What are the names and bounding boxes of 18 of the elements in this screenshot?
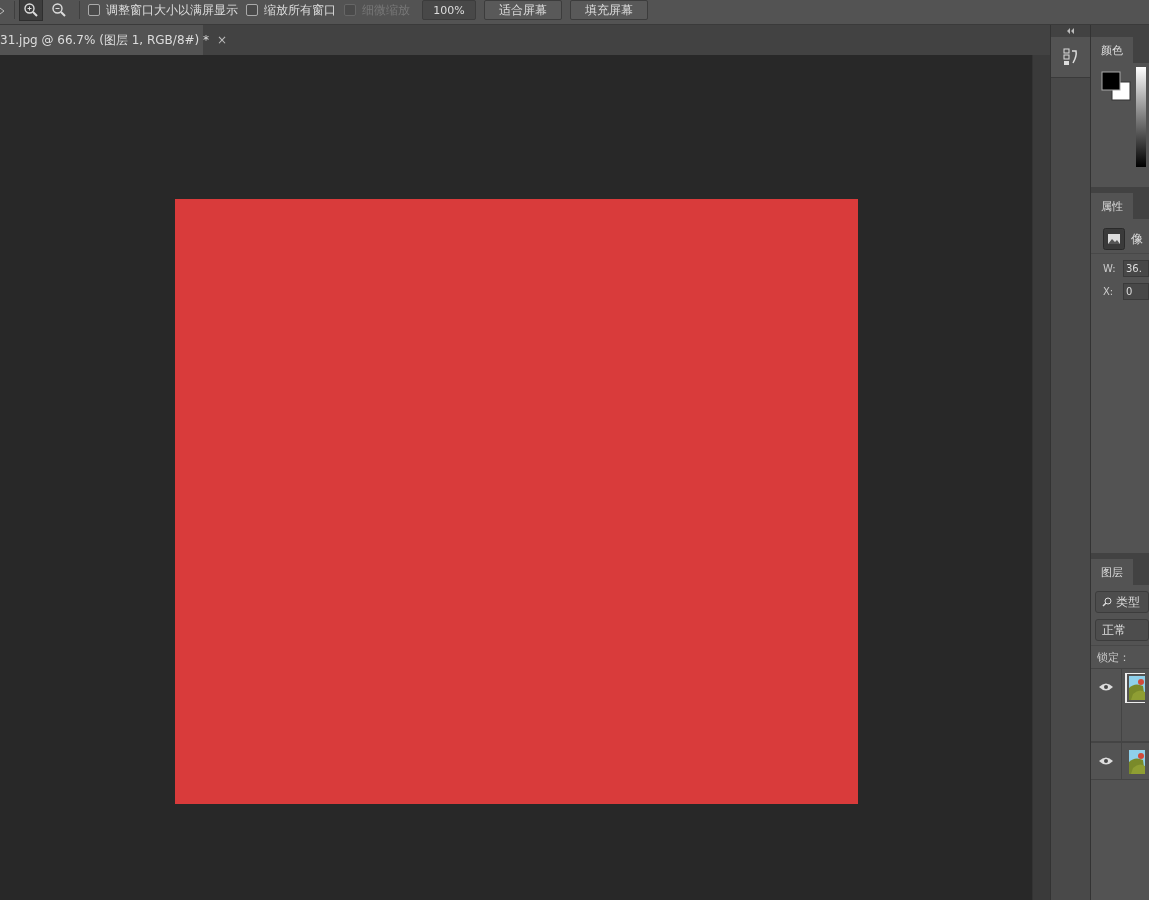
lock-label: 锁定： bbox=[1097, 649, 1130, 665]
fit-button[interactable]: 适合屏幕 bbox=[484, 0, 562, 20]
document-title: 31.jpg @ 66.7% (图层 1, RGB/8#) * bbox=[0, 31, 210, 49]
close-icon[interactable]: × bbox=[217, 33, 228, 47]
blend-mode-dropdown[interactable]: 正常 bbox=[1095, 619, 1149, 641]
input-field[interactable]: 36. bbox=[1123, 260, 1149, 277]
panel-tab[interactable]: 图层 bbox=[1091, 559, 1133, 585]
fit-button[interactable]: 填充屏幕 bbox=[570, 0, 648, 20]
zoom-field[interactable]: 100% bbox=[422, 0, 476, 20]
field-label: X: bbox=[1103, 286, 1115, 297]
panel-tab[interactable]: 属性 bbox=[1091, 193, 1133, 219]
checkbox-label: 调整窗口大小以满屏显示 bbox=[106, 1, 238, 19]
filter-dropdown[interactable]: 类型 bbox=[1095, 591, 1149, 613]
input-field[interactable]: 0 bbox=[1123, 283, 1149, 300]
type-label: 像 bbox=[1131, 230, 1143, 248]
panel-tab[interactable]: 颜色 bbox=[1091, 37, 1133, 63]
field-label: W: bbox=[1103, 263, 1117, 274]
checkbox-label: 缩放所有窗口 bbox=[264, 1, 336, 19]
